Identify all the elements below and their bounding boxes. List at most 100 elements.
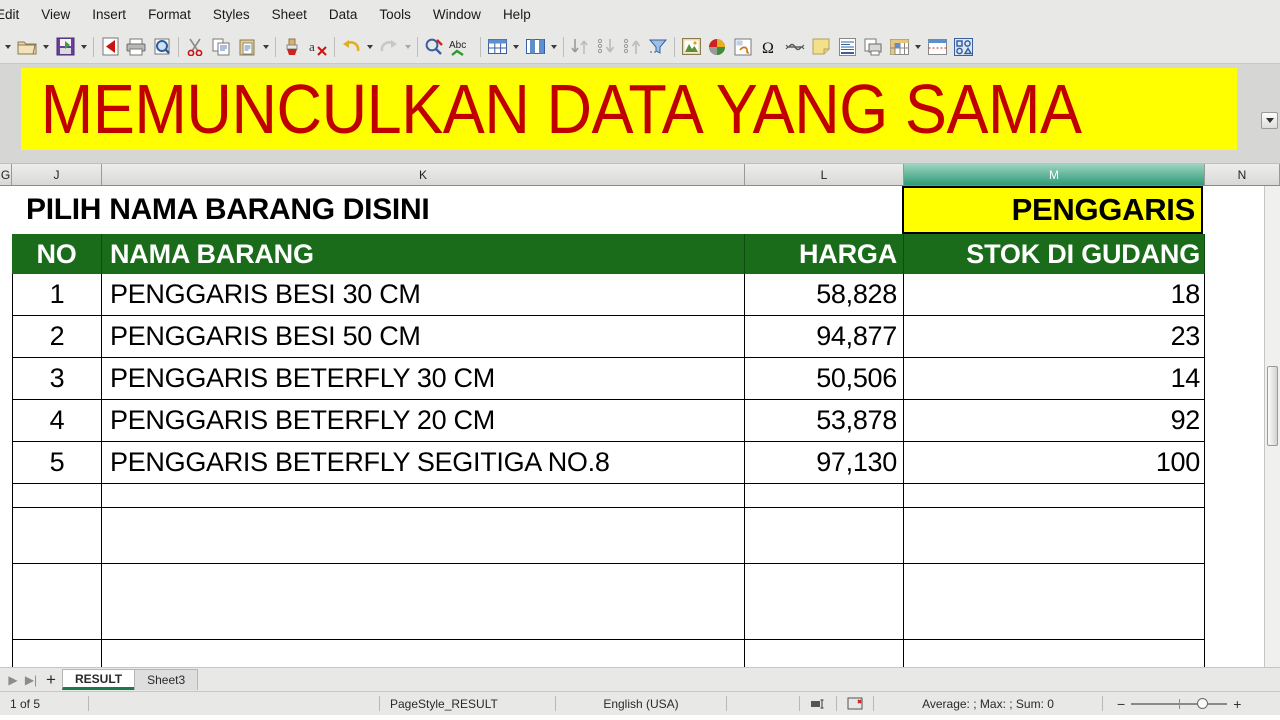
empty-cell[interactable] — [102, 564, 745, 640]
cell-stok[interactable]: 18 — [904, 274, 1205, 316]
insert-mode-icon[interactable] — [800, 692, 836, 715]
menu-item-edit[interactable]: Edit — [0, 3, 30, 26]
copy-icon[interactable] — [208, 33, 234, 61]
column-header-g[interactable]: G — [0, 164, 12, 185]
column-icon[interactable] — [522, 33, 548, 61]
menu-item-sheet[interactable]: Sheet — [261, 3, 318, 26]
cell-no[interactable]: 3 — [12, 358, 102, 400]
insert-image-icon[interactable] — [678, 33, 704, 61]
empty-cell[interactable] — [904, 484, 1205, 508]
gallery-icon[interactable] — [950, 33, 976, 61]
print-area-icon[interactable] — [860, 33, 886, 61]
paste-icon[interactable] — [234, 33, 260, 61]
empty-cell[interactable] — [745, 564, 904, 640]
clone-formatting-icon[interactable] — [279, 33, 305, 61]
sheet-tab-sheet3[interactable]: Sheet3 — [134, 669, 199, 690]
special-character-icon[interactable]: Ω — [756, 33, 782, 61]
zoom-track[interactable] — [1131, 697, 1228, 709]
redo-icon[interactable] — [376, 33, 402, 61]
table-icon[interactable] — [484, 33, 510, 61]
cell-nama[interactable]: PENGGARIS BETERFLY 30 CM — [102, 358, 745, 400]
save-dropdown[interactable] — [78, 33, 90, 61]
validity-dropdown-button[interactable] — [1201, 202, 1203, 222]
empty-cell[interactable] — [102, 484, 745, 508]
undo-icon[interactable] — [338, 33, 364, 61]
cell-stok[interactable]: 92 — [904, 400, 1205, 442]
undo-dropdown[interactable] — [364, 33, 376, 61]
cell-harga[interactable]: 94,877 — [745, 316, 904, 358]
selection-stats[interactable]: Average: ; Max: ; Sum: 0 — [874, 692, 1102, 715]
menu-item-window[interactable]: Window — [422, 3, 492, 26]
menu-item-styles[interactable]: Styles — [202, 3, 261, 26]
table-dropdown[interactable] — [510, 33, 522, 61]
empty-cell[interactable] — [904, 564, 1205, 640]
sort-descending-icon[interactable] — [619, 33, 645, 61]
cell-no[interactable]: 5 — [12, 442, 102, 484]
paste-dropdown[interactable] — [260, 33, 272, 61]
page-style[interactable]: PageStyle_RESULT — [380, 692, 555, 715]
zoom-slider[interactable]: − + — [1103, 696, 1255, 712]
footnote-icon[interactable] — [782, 33, 808, 61]
empty-cell[interactable] — [102, 508, 745, 564]
unsaved-changes-icon[interactable] — [837, 692, 873, 715]
save-icon[interactable] — [52, 33, 78, 61]
autofilter-icon[interactable] — [645, 33, 671, 61]
open-file-dropdown[interactable] — [40, 33, 52, 61]
menu-item-help[interactable]: Help — [492, 3, 542, 26]
menu-item-insert[interactable]: Insert — [81, 3, 137, 26]
last-sheet-icon[interactable]: ▶| — [22, 671, 40, 689]
cell-no[interactable]: 2 — [12, 316, 102, 358]
freeze-rows-columns-icon[interactable] — [886, 33, 912, 61]
cell-nama[interactable]: PENGGARIS BETERFLY SEGITIGA NO.8 — [102, 442, 745, 484]
column-dropdown[interactable] — [548, 33, 560, 61]
cell-harga[interactable]: 50,506 — [745, 358, 904, 400]
selected-item-cell[interactable]: PENGGARIS — [902, 186, 1203, 234]
spelling-icon[interactable]: Abc — [447, 33, 477, 61]
empty-cell[interactable] — [745, 508, 904, 564]
cell-nama[interactable]: PENGGARIS BESI 30 CM — [102, 274, 745, 316]
cell-stok[interactable]: 100 — [904, 442, 1205, 484]
empty-cell[interactable] — [12, 508, 102, 564]
column-header-m[interactable]: M — [904, 164, 1205, 185]
add-sheet-button[interactable]: + — [40, 670, 62, 690]
language[interactable]: English (USA) — [556, 692, 726, 715]
export-pdf-icon[interactable] — [97, 33, 123, 61]
insert-chart-icon[interactable] — [704, 33, 730, 61]
freeze-dropdown[interactable] — [912, 33, 924, 61]
zoom-out-button[interactable]: − — [1111, 696, 1131, 712]
print-icon[interactable] — [123, 33, 149, 61]
column-header-n[interactable]: N — [1205, 164, 1280, 185]
cut-icon[interactable] — [182, 33, 208, 61]
next-sheet-icon[interactable]: ▶ — [4, 671, 22, 689]
headers-footers-icon[interactable] — [834, 33, 860, 61]
empty-cell[interactable] — [904, 640, 1205, 667]
sort-ascending-icon[interactable] — [593, 33, 619, 61]
cell-harga[interactable]: 58,828 — [745, 274, 904, 316]
column-header-j[interactable]: J — [12, 164, 102, 185]
cell-nama[interactable]: PENGGARIS BESI 50 CM — [102, 316, 745, 358]
cell-no[interactable]: 4 — [12, 400, 102, 442]
empty-cell[interactable] — [102, 640, 745, 667]
empty-cell[interactable] — [12, 484, 102, 508]
print-preview-icon[interactable] — [149, 33, 175, 61]
cell-no[interactable]: 1 — [12, 274, 102, 316]
cell-harga[interactable]: 53,878 — [745, 400, 904, 442]
column-header-l[interactable]: L — [745, 164, 904, 185]
comment-icon[interactable] — [808, 33, 834, 61]
empty-cell[interactable] — [745, 640, 904, 667]
menu-item-format[interactable]: Format — [137, 3, 202, 26]
cell-harga[interactable]: 97,130 — [745, 442, 904, 484]
scrollbar-thumb[interactable] — [1267, 366, 1278, 446]
insert-hyperlink-icon[interactable] — [730, 33, 756, 61]
menu-item-data[interactable]: Data — [318, 3, 369, 26]
scroll-down-button[interactable] — [1261, 112, 1278, 129]
sort-icon[interactable] — [567, 33, 593, 61]
menu-item-view[interactable]: View — [30, 3, 81, 26]
cell-stok[interactable]: 14 — [904, 358, 1205, 400]
empty-cell[interactable] — [12, 640, 102, 667]
column-header-k[interactable]: K — [102, 164, 745, 185]
open-file-icon[interactable] — [14, 33, 40, 61]
find-and-replace-icon[interactable] — [421, 33, 447, 61]
cell-stok[interactable]: 23 — [904, 316, 1205, 358]
zoom-knob[interactable] — [1197, 697, 1209, 709]
